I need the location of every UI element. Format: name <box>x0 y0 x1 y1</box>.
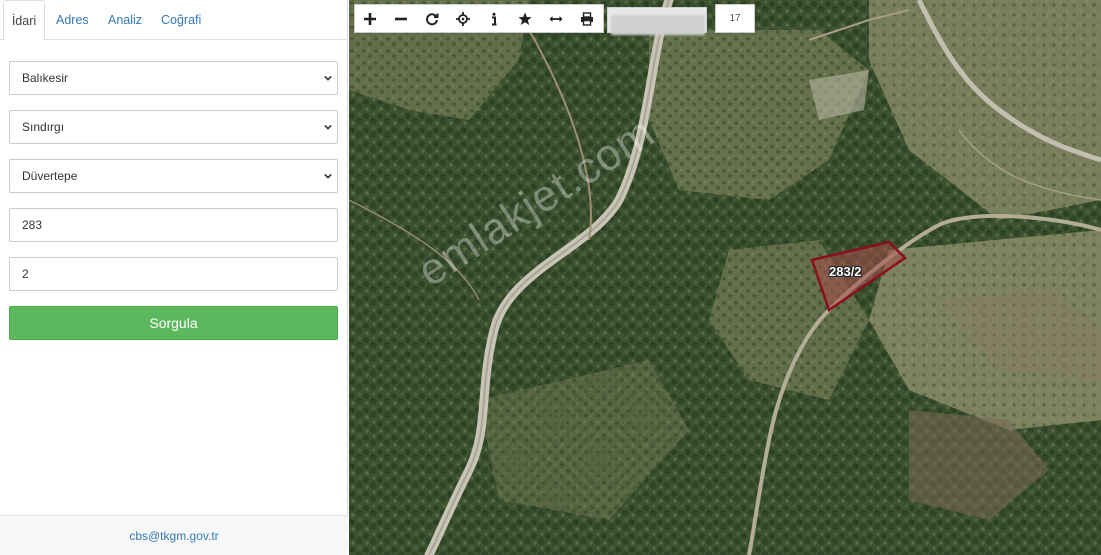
district-value: Sındırgı <box>22 120 65 134</box>
locate-icon <box>455 11 470 26</box>
tab-idari[interactable]: İdari <box>3 0 45 41</box>
query-panel: İdari Adres Analiz Coğrafi Balıkesir Sın… <box>0 0 348 555</box>
info-icon <box>491 12 496 25</box>
redacted-area <box>611 15 705 35</box>
parcel-label: 283/2 <box>829 264 862 279</box>
parcel-number-input[interactable]: 2 <box>9 257 338 291</box>
query-button[interactable]: Sorgula <box>9 306 338 340</box>
neighborhood-select[interactable]: Düvertepe <box>9 159 338 193</box>
contact-email-link[interactable]: cbs@tkgm.gov.tr <box>129 529 218 543</box>
tab-cografi[interactable]: Coğrafi <box>161 0 201 40</box>
measure-icon <box>549 15 562 22</box>
info-button[interactable] <box>478 4 509 33</box>
zoom-in-button[interactable] <box>354 4 385 33</box>
print-button[interactable] <box>571 4 602 33</box>
tab-bar: İdari Adres Analiz Coğrafi <box>0 0 348 41</box>
chevron-down-icon <box>324 173 332 179</box>
zoom-level-display: 17 <box>715 4 755 33</box>
refresh-button[interactable] <box>416 4 447 33</box>
block-number-input[interactable]: 283 <box>9 208 338 242</box>
province-select[interactable]: Balıkesir <box>9 61 338 95</box>
print-icon <box>580 11 593 26</box>
parcel-number-value: 2 <box>22 267 29 281</box>
plus-icon <box>363 12 376 25</box>
chevron-down-icon <box>324 75 332 81</box>
measure-button[interactable] <box>540 4 571 33</box>
satellite-map[interactable]: emlakjet.com 283/2 17 <box>349 0 1101 555</box>
province-value: Balıkesir <box>22 71 69 85</box>
neighborhood-value: Düvertepe <box>22 169 78 183</box>
tab-adres[interactable]: Adres <box>56 0 89 40</box>
star-icon <box>517 12 532 25</box>
tab-analiz[interactable]: Analiz <box>108 0 142 40</box>
locate-button[interactable] <box>447 4 478 33</box>
minus-icon <box>394 17 407 20</box>
block-number-value: 283 <box>22 218 43 232</box>
refresh-icon <box>425 12 438 25</box>
map-toolbar: 17 <box>354 4 1101 35</box>
chevron-down-icon <box>324 124 332 130</box>
district-select[interactable]: Sındırgı <box>9 110 338 144</box>
footer: cbs@tkgm.gov.tr <box>0 515 348 555</box>
favorite-button[interactable] <box>509 4 540 33</box>
zoom-out-button[interactable] <box>385 4 416 33</box>
